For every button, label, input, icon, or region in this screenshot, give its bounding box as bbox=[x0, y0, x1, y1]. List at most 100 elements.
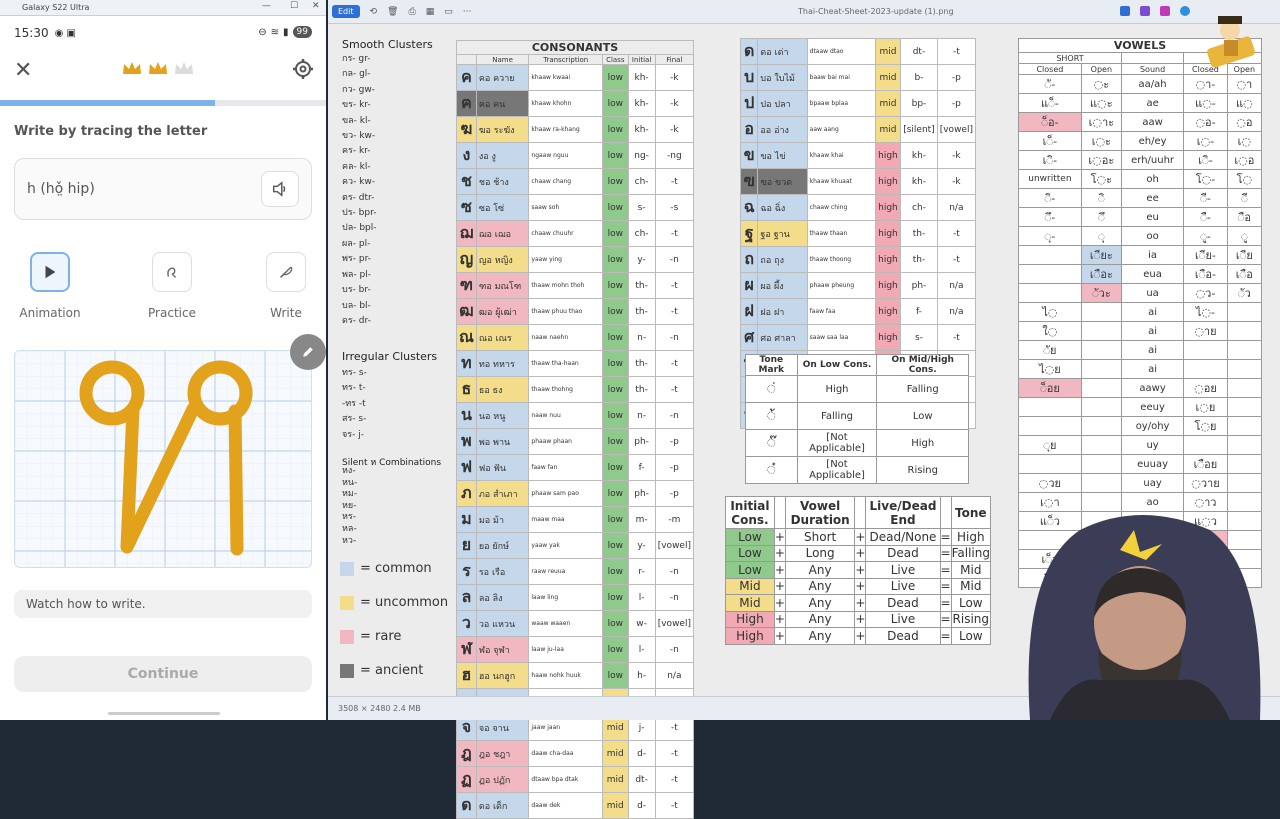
vowel-cell: เ◌าะ bbox=[1080, 112, 1122, 132]
consonant-initial: dt- bbox=[627, 766, 656, 793]
tone-rule-cell: High bbox=[950, 528, 992, 546]
cloud-icon[interactable] bbox=[1180, 6, 1190, 16]
vowel-cell: erh/uuhr bbox=[1120, 150, 1185, 170]
vowel-row: แ◌็- แ◌ะ ae แ◌- แ◌ bbox=[1018, 93, 1263, 113]
consonant-final: -t bbox=[654, 740, 695, 767]
consonant-name: มอ ม้า bbox=[475, 506, 530, 533]
minimize-icon[interactable]: — bbox=[262, 1, 271, 11]
vowel-cell: oy/ohy bbox=[1120, 416, 1185, 436]
consonant-letter: ด bbox=[456, 792, 477, 819]
more-icon[interactable]: ··· bbox=[463, 7, 472, 17]
vowel-cell: unwritten bbox=[1018, 169, 1082, 189]
edit-pencil-button[interactable] bbox=[290, 334, 326, 370]
letter-hint-text: h (hǒ̤ hip) bbox=[27, 181, 95, 197]
consonant-letter: ฏ bbox=[456, 766, 477, 793]
consonant-final: -n bbox=[654, 558, 695, 585]
vowel-cell: เ◌ือะ bbox=[1080, 264, 1122, 284]
mode-practice[interactable]: Practice bbox=[132, 252, 212, 320]
consonant-class: low bbox=[602, 584, 629, 611]
vowel-cell: ◌อ- bbox=[1183, 112, 1228, 132]
consonant-initial: th- bbox=[627, 376, 656, 403]
close-window-icon[interactable]: ✕ bbox=[312, 1, 320, 11]
consonant-final: -t bbox=[654, 766, 695, 793]
app-icon-purple[interactable] bbox=[1140, 6, 1150, 16]
vowel-cell: เ◌ีย- bbox=[1183, 245, 1228, 265]
tone-rule-cell: = bbox=[939, 544, 952, 562]
slideshow-icon[interactable]: ▭ bbox=[444, 7, 453, 17]
legend-item: = ancient bbox=[340, 663, 423, 678]
maximize-icon[interactable]: ☐ bbox=[290, 1, 298, 11]
consonant-final: -s bbox=[654, 194, 695, 221]
vowel-cell: ◌็อ- bbox=[1018, 112, 1082, 132]
consonant-row: ถถอ ถุง thaaw thoong high th- -t bbox=[739, 246, 977, 273]
consonant-class: low bbox=[602, 168, 629, 195]
tone-on-mid-high: Falling bbox=[876, 375, 969, 403]
print-icon[interactable]: ⎙ bbox=[408, 7, 415, 17]
tone-rule-header bbox=[854, 496, 867, 529]
consonant-initial: ch- bbox=[900, 194, 938, 221]
settings-gear-icon[interactable] bbox=[292, 58, 314, 80]
consonant-final: -t bbox=[654, 168, 695, 195]
tone-rule-cell: Any bbox=[784, 594, 856, 612]
vowel-row: ◌็อ- เ◌าะ aaw ◌อ- ◌อ bbox=[1018, 112, 1263, 132]
silent-combo-item: หม- bbox=[342, 489, 358, 500]
exercise-prompt: Write by tracing the letter bbox=[14, 124, 208, 139]
app-icon-magenta[interactable] bbox=[1160, 6, 1170, 16]
vowel-cell: แ◌ะ bbox=[1080, 93, 1122, 113]
consonant-row: รรอ เรือ raaw reuua low r- -n bbox=[456, 558, 695, 585]
audio-speaker-button[interactable] bbox=[261, 171, 299, 207]
close-lesson-icon[interactable]: ✕ bbox=[14, 58, 32, 83]
dnd-icon: ⊖ bbox=[258, 26, 267, 38]
consonant-name: ออ อ่าง bbox=[757, 116, 808, 143]
consonant-row: ททอ ทหาร thaaw tha-haan low th- -t bbox=[456, 350, 695, 377]
smooth-cluster-item: ปร- bpr- bbox=[342, 208, 377, 219]
letter-tracing-canvas[interactable] bbox=[14, 350, 312, 568]
consonant-row: ดดอ เด่า dtaaw dtao mid dt- -t bbox=[739, 38, 977, 65]
vowel-cell: ◌ุ bbox=[1080, 226, 1122, 246]
consonant-name: วอ แหวน bbox=[475, 610, 530, 637]
consonant-letter: น bbox=[456, 402, 477, 429]
consonant-letter: ฮ bbox=[456, 662, 477, 689]
vowel-cell: eu bbox=[1120, 207, 1185, 227]
continue-button[interactable]: Continue bbox=[14, 656, 312, 692]
consonant-class: low bbox=[602, 350, 629, 377]
consonant-name: ยอ ยักษ์ bbox=[475, 532, 530, 559]
legend-label: = ancient bbox=[360, 663, 424, 678]
tone-rule-cell: = bbox=[939, 561, 952, 579]
vowel-cell: ไ◌- bbox=[1183, 302, 1228, 322]
consonant-class: high bbox=[874, 298, 902, 325]
consonant-name: ชอ ช้าง bbox=[475, 168, 530, 195]
consonant-initial: ch- bbox=[627, 220, 656, 247]
vowel-cell: ◌ิ bbox=[1080, 188, 1122, 208]
gallery-icon[interactable]: ▦ bbox=[426, 7, 435, 17]
consonant-final: -t bbox=[936, 246, 977, 273]
consonant-name: ถอ ถุง bbox=[757, 246, 808, 273]
viewer-title: Thai-Cheat-Sheet-2023-update (1).png bbox=[798, 7, 954, 16]
edit-button[interactable]: Edit bbox=[332, 5, 360, 18]
consonant-class: high bbox=[874, 194, 902, 221]
consonant-class: low bbox=[602, 194, 629, 221]
app-icon-blue[interactable] bbox=[1120, 6, 1130, 16]
consonant-letter: ฐ bbox=[739, 220, 759, 247]
consonant-class: high bbox=[874, 220, 902, 247]
vowel-cell bbox=[1183, 435, 1228, 455]
consonant-transcription: chaaw chang bbox=[528, 168, 604, 195]
consonant-initial: ph- bbox=[627, 480, 656, 507]
tone-on-mid-high: Low bbox=[876, 402, 969, 430]
vowel-cell: ◌า- bbox=[1183, 74, 1228, 94]
tone-rule-cell: + bbox=[854, 577, 867, 595]
consonant-transcription: waaw waaen bbox=[528, 610, 604, 637]
vowel-cell: เ◌ือ bbox=[1226, 264, 1263, 284]
tone-mark-header: On Low Cons. bbox=[796, 354, 878, 376]
rotate-icon[interactable]: ⟲ bbox=[370, 7, 378, 17]
vowels-short-header: SHORT bbox=[1018, 52, 1122, 64]
delete-icon[interactable]: 🗑 bbox=[387, 7, 398, 17]
mode-write[interactable]: Write bbox=[246, 252, 326, 320]
notification-icons: ◉ ▣ bbox=[54, 27, 76, 39]
consonant-initial: y- bbox=[627, 246, 656, 273]
tone-rule-cell: Live bbox=[865, 610, 941, 628]
vowel-row: ◌ุ- ◌ุ oo ◌ู- ◌ู bbox=[1018, 226, 1263, 246]
mode-animation[interactable]: Animation bbox=[10, 252, 90, 320]
consonant-initial: ch- bbox=[627, 168, 656, 195]
consonant-initial: dt- bbox=[900, 38, 938, 65]
